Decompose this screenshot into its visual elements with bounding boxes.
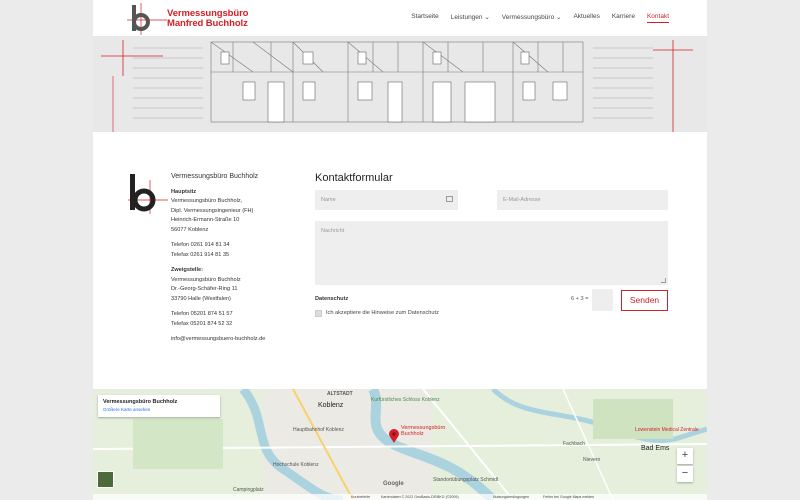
chevron-down-icon: ⌄ <box>556 14 562 21</box>
page: Vermessungsbüro Manfred Buchholz Startse… <box>93 0 707 500</box>
logo-b-icon <box>127 3 167 35</box>
nav-kontakt[interactable]: Kontakt <box>646 13 669 23</box>
branch-fax: Telefax 05201 874 52 32 <box>171 320 233 327</box>
terms-link[interactable]: Nutzungsbedingungen <box>493 495 529 499</box>
name-input[interactable]: Name <box>315 190 458 210</box>
map-label: Lowenstein Medical Zentrale <box>635 427 699 433</box>
resize-handle-icon[interactable] <box>661 278 666 283</box>
nav-vermessungsbuero[interactable]: Vermessungsbüro ⌄ <box>502 13 562 23</box>
facade-drawing <box>93 36 707 132</box>
message-placeholder: Nachricht <box>321 228 345 234</box>
facade-drawing-banner <box>93 36 707 132</box>
shortcuts-link[interactable]: Kurzbefehle <box>351 495 370 499</box>
captcha-input[interactable] <box>592 289 613 311</box>
email-link[interactable]: info@vermessungsbuero-buchholz.de <box>171 335 371 345</box>
map-info-card: Vermessungsbüro Buchholz Größere Karte a… <box>98 395 220 417</box>
map-label: ALTSTADT <box>327 391 353 397</box>
map-label: Bad Ems <box>641 445 670 452</box>
google-map[interactable]: Vermessungsbüro Buchholz Größere Karte a… <box>93 389 707 500</box>
main-nav: Startseite Leistungen ⌄ Vermessungsbüro … <box>411 13 669 23</box>
map-data-credit: Kartendaten © 2022 GeoBasis-DE/BKG (©200… <box>381 495 459 499</box>
site-header: Vermessungsbüro Manfred Buchholz Startse… <box>93 0 707 36</box>
chevron-down-icon: ⌄ <box>484 14 490 21</box>
nav-startseite[interactable]: Startseite <box>411 13 438 23</box>
branch-label: Zweigstelle: <box>171 267 204 273</box>
map-label: Standortübungsplatz Schmidt <box>433 477 499 483</box>
email-input[interactable]: E-Mail-Adresse <box>497 190 668 210</box>
email-placeholder: E-Mail-Adresse <box>503 197 541 203</box>
map-label: Hauptbahnhof Koblenz <box>293 427 344 433</box>
nav-vermessungsbuero-label: Vermessungsbüro <box>501 14 555 21</box>
map-card-title: Vermessungsbüro Buchholz <box>103 399 178 405</box>
zoom-in-button[interactable]: + <box>677 448 693 464</box>
b-logo-icon <box>128 172 168 214</box>
report-error-link[interactable]: Fehler bei Google Maps melden <box>543 495 594 499</box>
larger-map-link[interactable]: Größere Karte ansehen <box>103 407 215 412</box>
map-label: Hochschule Koblenz <box>273 462 319 468</box>
site-logo[interactable]: Vermessungsbüro Manfred Buchholz <box>127 3 248 35</box>
branch-line: Dr.-Georg-Schäfer-Ring 11 <box>171 286 238 292</box>
contact-card-icon <box>446 196 453 202</box>
map-label: Koblenz <box>318 402 344 409</box>
zoom-out-button[interactable]: − <box>677 466 693 482</box>
nav-leistungen[interactable]: Leistungen ⌄ <box>451 13 490 23</box>
marker-label: Vermessungsbüro Buchholz <box>401 425 445 437</box>
nav-aktuelles[interactable]: Aktuelles <box>573 13 599 23</box>
message-textarea[interactable]: Nachricht <box>315 221 668 285</box>
marker-line-2: Buchholz <box>401 431 424 437</box>
nav-karriere[interactable]: Karriere <box>612 13 635 23</box>
form-title: Kontaktformular <box>315 172 393 184</box>
satellite-toggle[interactable] <box>97 471 114 488</box>
google-logo: Google <box>383 481 404 487</box>
map-footer: Kurzbefehle Kartendaten © 2022 GeoBasis-… <box>93 494 707 500</box>
map-label: Campingplatz <box>233 487 264 493</box>
logo-text: Vermessungsbüro Manfred Buchholz <box>167 9 248 29</box>
privacy-label: Datenschutz <box>315 296 349 302</box>
consent-label: Ich akzeptiere die Hinweise zum Datensch… <box>326 310 439 316</box>
captcha-question: 6 + 3 = <box>571 296 589 302</box>
send-button[interactable]: Senden <box>621 290 668 311</box>
map-label: Fachbach <box>563 441 585 447</box>
nav-leistungen-label: Leistungen <box>450 14 483 21</box>
logo-line-2: Manfred Buchholz <box>167 18 248 29</box>
hq-label: Hauptsitz <box>171 188 197 195</box>
name-placeholder: Name <box>321 197 336 203</box>
map-label: Nievern <box>583 457 601 463</box>
consent-checkbox[interactable] <box>315 310 322 317</box>
map-label: Kurfürstliches Schloss Koblenz <box>371 397 440 403</box>
map-pin-icon[interactable] <box>389 429 399 443</box>
